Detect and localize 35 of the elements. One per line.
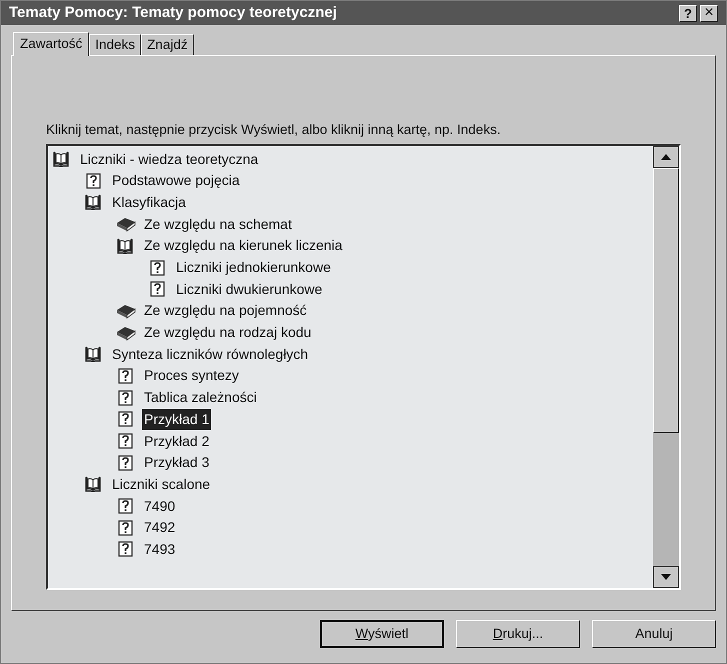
tree-item[interactable]: Przykład 1	[142, 408, 212, 430]
dialog-button[interactable]: Anuluj	[592, 620, 716, 648]
tab[interactable]: Zawartość	[13, 32, 90, 56]
tree-item[interactable]: Klasyfikacja	[110, 192, 188, 213]
tree-item[interactable]: 7493	[142, 538, 178, 560]
scroll-thumb[interactable]	[653, 168, 679, 434]
tree-item[interactable]: Liczniki - wiedza teoretyczna	[78, 148, 260, 170]
tree-item[interactable]: Przykład 3	[142, 452, 212, 474]
tree-item[interactable]: Ze względu na pojemność	[142, 300, 309, 322]
tree-item[interactable]: Liczniki dwukierunkowe	[174, 278, 324, 300]
tab[interactable]: Znajdź	[141, 34, 194, 55]
tree-item[interactable]: Ze względu na schemat	[142, 214, 294, 235]
tree-item[interactable]: Przykład 2	[142, 430, 212, 452]
tree-item[interactable]: Proces syntezy	[142, 365, 241, 386]
tree-item[interactable]: Tablica zależności	[142, 387, 259, 408]
close-button[interactable]: ×	[700, 4, 718, 22]
dialog-button[interactable]: Drukuj...	[456, 620, 580, 648]
up-arrow-icon	[661, 154, 671, 160]
tree-item[interactable]: 7492	[142, 517, 178, 538]
tree-item[interactable]: Liczniki jednokierunkowe	[174, 257, 333, 278]
tree-item[interactable]: Liczniki scalone	[110, 474, 212, 495]
scroll-up-button[interactable]	[653, 146, 679, 168]
tree-item[interactable]: 7490	[142, 496, 178, 517]
scrollbar[interactable]	[653, 146, 679, 588]
down-arrow-icon	[661, 574, 671, 580]
tree-item[interactable]: Synteza liczników równoległych	[110, 344, 310, 365]
instruction-text: Kliknij temat, następnie przycisk Wyświetl, albo kliknij inną kartę, np. Indeks.	[46, 121, 502, 139]
tab[interactable]: Indeks	[89, 34, 142, 55]
window-title: Tematy Pomocy: Tematy pomocy teoretycznej	[9, 2, 337, 23]
tree-item[interactable]: Podstawowe pojęcia	[110, 170, 242, 192]
help-button[interactable]: ?	[679, 4, 697, 22]
tree-item[interactable]: Ze względu na rodzaj kodu	[142, 322, 314, 344]
tree-item[interactable]: Ze względu na kierunek liczenia	[142, 235, 344, 256]
dialog-button[interactable]: Wyświetl	[320, 620, 444, 648]
scroll-down-button[interactable]	[653, 566, 679, 588]
